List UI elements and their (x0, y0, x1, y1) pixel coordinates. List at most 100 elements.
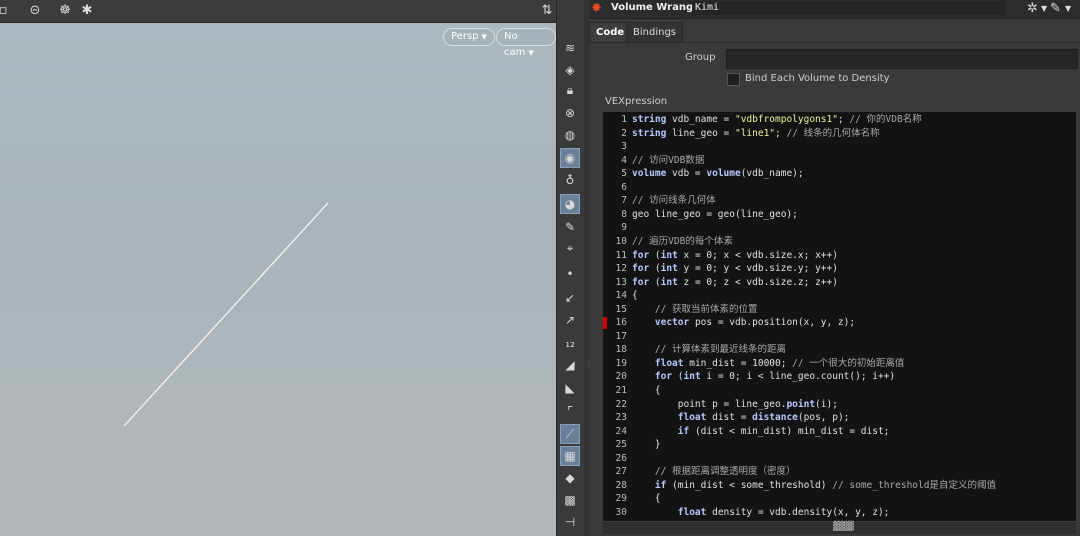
uv-icon[interactable]: ◣ (560, 378, 580, 398)
line-number: 12 (615, 263, 627, 275)
code-line[interactable]: 6 (603, 181, 1076, 195)
code-text: // 获取当前体素的位置 (654, 303, 758, 315)
line-number: 1 (621, 114, 627, 125)
code-line[interactable]: 19 float min_dist = 10000; // 一个很大的初始距离值 (603, 357, 1076, 371)
code-line[interactable]: 13 for (int z = 0; z < vdb.size.z; z++) (603, 276, 1076, 290)
code-line[interactable]: 4 // 访问VDB数据 (603, 154, 1076, 168)
line-number: 18 (615, 344, 627, 356)
code-line[interactable]: 12 for (int y = 0; y < vdb.size.y; y++) (603, 262, 1076, 276)
target-icon[interactable]: ◉ (560, 148, 580, 168)
code-line[interactable]: 17 (603, 330, 1076, 344)
grid-icon[interactable]: ▩ (560, 490, 580, 510)
code-text: geo line_geo = geo(line_geo); (632, 208, 798, 220)
code-line[interactable]: 16 vector pos = vdb.position(x, y, z); (603, 316, 1076, 330)
resize-grip-icon: ▓▓▓ (833, 522, 854, 532)
line-number: 27 (615, 466, 627, 478)
bind-each-volume-checkbox[interactable] (727, 73, 740, 86)
code-line[interactable]: 1 string vdb_name = "vdbfrompolygons1"; /… (603, 113, 1076, 127)
line-number: 3 (621, 141, 627, 153)
code-text: for (int y = 0; y < vdb.size.y; y++) (632, 263, 838, 275)
normal-icon[interactable]: ↙ (560, 288, 580, 308)
code-line[interactable]: 18 // 计算体素到最近线条的距离 (603, 343, 1076, 357)
editor-resize-handle[interactable]: ▓▓▓ (603, 522, 1076, 534)
code-line[interactable]: 25 } (603, 438, 1076, 452)
vex-code-editor[interactable]: 1 string vdb_name = "vdbfrompolygons1"; /… (603, 112, 1076, 521)
scene-viewport[interactable]: ▫ ⊝ ☸ ✱ ⇅ ? Persp▼ No cam▼ (0, 0, 572, 536)
number-icon[interactable]: ₁₂ (560, 333, 580, 353)
code-text: // 访问VDB数据 (632, 154, 705, 166)
prim-icon[interactable]: ◢ (560, 355, 580, 375)
tab-divider (589, 42, 1080, 43)
code-line[interactable]: 26 (603, 452, 1076, 466)
code-text: for (int x = 0; x < vdb.size.x; x++) (632, 249, 838, 261)
code-line[interactable]: 24 if (dist < min_dist) min_dist = dist; (603, 425, 1076, 439)
line-number: 17 (615, 330, 627, 342)
viewport-side-toolbar: ≋ ◈ 🔒︎ ⊗ ◍ ◉ ♁ ◕ ✎ ⌖ • ↙ ↗ ₁₂ ◢ ◣ ⌜ ⟋ ▦ … (556, 0, 585, 536)
code-line[interactable]: 28 if (min_dist < some_threshold) // som… (603, 479, 1076, 493)
code-line[interactable]: 3 (603, 140, 1076, 154)
code-line[interactable]: 11 for (int x = 0; x < vdb.size.x; x++) (603, 249, 1076, 263)
code-text: float dist = distance(pos, p); (677, 412, 850, 424)
line-number: 13 (615, 276, 627, 288)
code-text: for (int i = 0; i < line_geo.count(); i+… (654, 371, 896, 383)
point-lamp-icon[interactable]: ♁ (560, 170, 580, 190)
node-type-label: Volume Wrangle (611, 2, 704, 13)
axis-icon[interactable]: ⊣ (560, 512, 580, 532)
camera-icon[interactable]: ⌖ (560, 238, 580, 258)
code-line[interactable]: 15 // 获取当前体素的位置 (603, 303, 1076, 317)
code-text: for (int z = 0; z < vdb.size.z; z++) (632, 276, 838, 288)
code-line[interactable]: 22 point p = line_geo.point(i); (603, 398, 1076, 412)
gear-icon[interactable]: ✲ (1027, 0, 1038, 18)
checker-icon[interactable]: ▦ (560, 446, 580, 466)
code-line[interactable]: 21 { (603, 384, 1076, 398)
code-line[interactable]: 27 // 根据距离调整透明度（密度） (603, 465, 1076, 479)
line-number: 22 (615, 398, 627, 410)
lock-icon[interactable]: 🔒︎ (560, 80, 580, 100)
line-number: 2 (621, 127, 627, 139)
code-text: // 根据距离调整透明度（密度） (654, 466, 796, 478)
brush-icon[interactable]: ⟋ (560, 424, 580, 444)
line-number: 7 (621, 195, 627, 207)
ghost-icon[interactable]: ⊗ (560, 103, 580, 123)
code-text: point p = line_geo.point(i); (632, 398, 838, 410)
layers-icon[interactable]: ≋ (560, 38, 580, 58)
code-text: string line_geo = "line1"; // 线条的几何体名称 (632, 127, 880, 139)
line-number: 6 (621, 181, 627, 193)
code-line[interactable]: 10 // 遍历VDB的每个体素 (603, 235, 1076, 249)
code-text: if (dist < min_dist) min_dist = dist; (677, 425, 890, 437)
code-text: // 访问线条几何体 (632, 195, 716, 207)
chevron-down-icon[interactable]: ▼ (1065, 0, 1071, 18)
code-line[interactable]: 14 { (603, 289, 1076, 303)
shaded-icon[interactable]: ◕ (560, 194, 580, 214)
tab-code[interactable]: Code (589, 22, 632, 43)
line-number: 14 (615, 290, 627, 302)
chevron-down-icon[interactable]: ▼ (1041, 0, 1047, 18)
vexpression-label: VEXpression (605, 96, 668, 107)
sphere-icon[interactable]: ◍ (560, 125, 580, 145)
node-name-field[interactable]: Kimi (692, 1, 1005, 15)
code-text: float density = vdb.density(x, y, z); (677, 506, 890, 518)
code-line[interactable]: 7 // 访问线条几何体 (603, 194, 1076, 208)
line-number: 29 (615, 493, 627, 505)
code-text: { (632, 290, 638, 302)
edge-icon[interactable]: ⌜ (560, 401, 580, 421)
code-line[interactable]: 29 { (603, 492, 1076, 506)
code-line[interactable]: 20 for (int i = 0; i < line_geo.count();… (603, 370, 1076, 384)
code-line[interactable]: 2 string line_geo = "line1"; // 线条的几何体名称 (603, 127, 1076, 141)
visibility-icon[interactable]: ◈ (560, 60, 580, 80)
code-text: // 遍历VDB的每个体素 (632, 235, 733, 247)
help-icon[interactable]: ✎ (1050, 0, 1061, 18)
vector-icon[interactable]: ↗ (560, 310, 580, 330)
code-line[interactable]: 30 float density = vdb.density(x, y, z); (603, 506, 1076, 520)
diamond-icon[interactable]: ◆ (560, 468, 580, 488)
wire-icon[interactable]: ✎ (560, 217, 580, 237)
point-icon[interactable]: • (560, 264, 580, 284)
code-line[interactable]: 23 float dist = distance(pos, p); (603, 411, 1076, 425)
line-number: 10 (615, 235, 627, 247)
code-text: // 计算体素到最近线条的距离 (654, 344, 787, 356)
tab-bindings[interactable]: Bindings (626, 22, 683, 43)
code-line[interactable]: 5 volume vdb = volume(vdb_name); (603, 167, 1076, 181)
code-line[interactable]: 8 geo line_geo = geo(line_geo); (603, 208, 1076, 222)
code-line[interactable]: 9 (603, 221, 1076, 235)
group-field[interactable] (726, 49, 1078, 69)
